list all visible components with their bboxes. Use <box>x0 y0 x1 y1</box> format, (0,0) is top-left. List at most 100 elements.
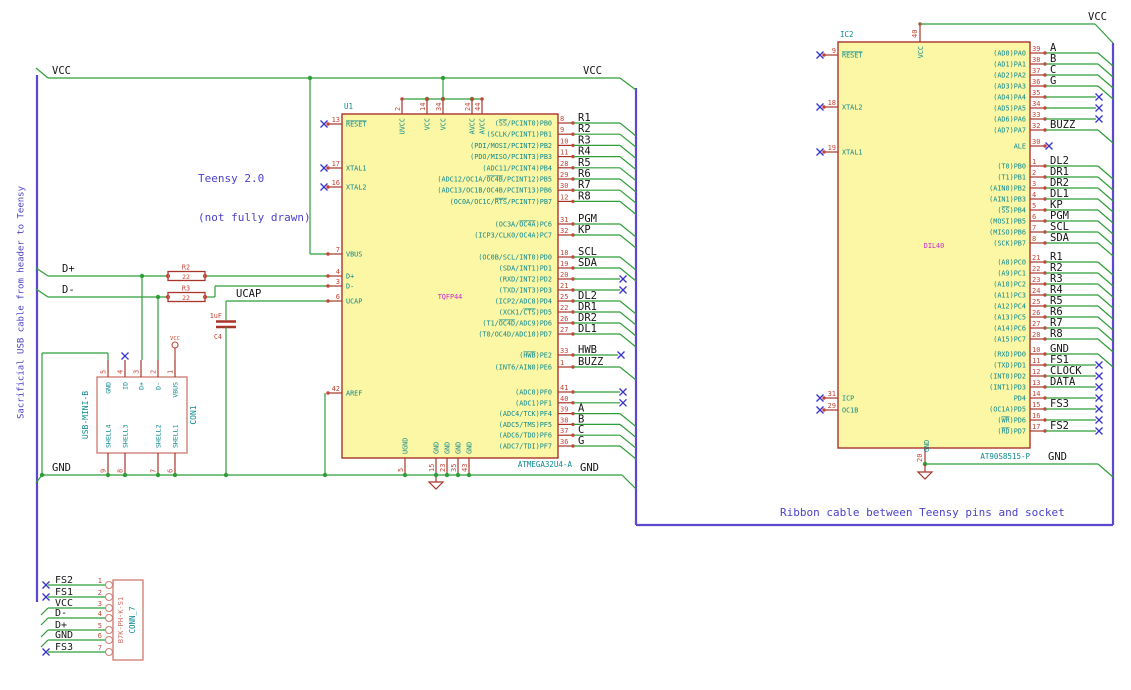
bus-entry <box>1097 261 1114 276</box>
pin-number: 4 <box>117 370 125 374</box>
pin-number: 20 <box>916 454 924 462</box>
resistor-value[interactable]: 22 <box>182 294 190 302</box>
pin-number: 16 <box>1032 412 1040 420</box>
con1-ref[interactable]: CON1 <box>189 405 198 424</box>
conn7-value[interactable]: B7K-PH-K-S1 <box>117 597 125 643</box>
bus-entry <box>619 434 637 449</box>
pin-name: GND <box>923 440 931 452</box>
pin-number: 6 <box>1032 213 1036 221</box>
bus-entry <box>619 144 637 159</box>
pin-name: (SS)PB4 <box>997 207 1026 215</box>
pin-tip <box>400 97 404 101</box>
net-label-dplus[interactable]: D+ <box>62 263 75 275</box>
pin-name: VCC <box>440 118 448 130</box>
ic2-ref[interactable]: IC2 <box>840 30 854 39</box>
pin-name: (INT1)PD3 <box>989 384 1026 392</box>
pin-name: (AD6)PA6 <box>993 116 1026 124</box>
resistor-value[interactable]: 22 <box>182 273 190 281</box>
pin-number: 8 <box>560 115 564 123</box>
net-label-buzz[interactable]: BUZZ <box>1050 119 1075 131</box>
bus-entry <box>1097 338 1114 353</box>
net-label-ucap[interactable]: UCAP <box>236 288 261 300</box>
pin-name: (A15)PC7 <box>993 336 1026 344</box>
net-label-dminus[interactable]: D- <box>62 284 75 296</box>
net-label-buzz[interactable]: BUZZ <box>578 356 603 368</box>
resistor-ref[interactable]: R3 <box>182 285 190 293</box>
net-label-g[interactable]: G <box>1050 75 1056 87</box>
wire <box>40 607 49 616</box>
net-label-r5[interactable]: R5 <box>578 157 591 169</box>
net-label-r8[interactable]: R8 <box>1050 328 1063 340</box>
pin-number: 2 <box>1032 169 1036 177</box>
pin-name: (ICP2/ADC8)PD4 <box>495 298 552 306</box>
pin-number: 35 <box>450 464 458 472</box>
u1-value[interactable]: ATMEGA32U4-A <box>518 460 573 469</box>
left-cable-note: Sacrificial USB cable from header to Tee… <box>16 186 27 419</box>
pin-name: (T1)PB1 <box>997 174 1026 182</box>
pin-number: 25 <box>1032 298 1040 306</box>
net-label-vcc[interactable]: VCC <box>52 65 71 77</box>
pin-number: 40 <box>560 395 568 403</box>
c4-value[interactable]: 1uF <box>210 312 222 320</box>
net-label-kp[interactable]: KP <box>578 224 591 236</box>
pin-name: (A14)PC6 <box>993 325 1026 333</box>
u1-footprint[interactable]: TQFP44 <box>438 293 463 301</box>
bus-entry <box>1097 52 1114 67</box>
net-label-hwb[interactable]: HWB <box>578 344 597 356</box>
pin-number: 43 <box>461 464 469 472</box>
bus-entry <box>619 200 637 215</box>
con1-value[interactable]: USB-MINI-B <box>81 391 90 439</box>
pin-name: (T0/OC4D/ADC10)PD7 <box>478 331 552 339</box>
net-label-gnd[interactable]: GND <box>580 462 599 474</box>
c4-ref[interactable]: C4 <box>214 333 222 341</box>
net-label-fs3[interactable]: FS3 <box>1050 398 1069 410</box>
net-label-sda[interactable]: SDA <box>1050 232 1070 244</box>
bus-entry <box>1097 129 1114 144</box>
net-label-fs2[interactable]: FS2 <box>1050 420 1069 432</box>
net-label-gnd[interactable]: GND <box>55 630 73 641</box>
net-label-r3[interactable]: R3 <box>578 134 591 146</box>
net-label-dl1[interactable]: DL1 <box>578 323 597 335</box>
pin-name: (ADC13/OC1B/OC4B/PCINT13)PB6 <box>437 187 552 195</box>
net-label-vcc[interactable]: VCC <box>1088 11 1107 23</box>
pin-name: PD4 <box>1014 395 1026 403</box>
net-label-d-[interactable]: D- <box>55 608 67 619</box>
pin-name: VCC <box>917 46 925 58</box>
junction-dot <box>322 472 328 478</box>
pin-number: 42 <box>332 385 340 393</box>
conn7-ref[interactable]: CONN_7 <box>128 606 137 633</box>
resistor-ref[interactable]: R2 <box>182 264 190 272</box>
net-label-r7[interactable]: R7 <box>578 179 591 191</box>
ic2-value[interactable]: AT90S8515-P <box>980 452 1030 461</box>
pin-name: D+ <box>138 382 146 390</box>
bus-entry <box>1097 231 1114 246</box>
bus-entry <box>619 122 637 137</box>
pin-number: 25 <box>560 293 568 301</box>
u1-ref[interactable]: U1 <box>344 102 353 111</box>
pin-number: 5 <box>1032 202 1036 210</box>
net-label-r6[interactable]: R6 <box>578 168 591 180</box>
net-label-g[interactable]: G <box>578 435 584 447</box>
pin-name: (ADC7/TDI)PF7 <box>499 443 552 451</box>
net-label-r4[interactable]: R4 <box>578 146 591 158</box>
bus-entry <box>619 311 637 326</box>
net-label-gnd[interactable]: GND <box>1048 451 1067 463</box>
net-label-r8[interactable]: R8 <box>578 190 591 202</box>
net-label-vcc[interactable]: VCC <box>583 65 602 77</box>
vcc-port-label[interactable]: VCC <box>170 336 180 342</box>
net-label-fs3[interactable]: FS3 <box>55 642 73 653</box>
bus-entry <box>1097 198 1114 213</box>
net-label-sda[interactable]: SDA <box>578 257 598 269</box>
net-label-gnd[interactable]: GND <box>52 462 71 474</box>
net-label-data[interactable]: DATA <box>1050 376 1076 388</box>
net-label-r1[interactable]: R1 <box>578 112 591 124</box>
net-label-fs2[interactable]: FS2 <box>55 575 73 586</box>
ic2-footprint[interactable]: DIL40 <box>924 242 944 250</box>
pin-name: D- <box>346 283 354 291</box>
pin-name: UGND <box>402 438 410 454</box>
pin-name: AVCC <box>469 118 477 134</box>
net-label-fs1[interactable]: FS1 <box>55 587 73 598</box>
net-label-r2[interactable]: R2 <box>578 123 591 135</box>
pin-number: 39 <box>1032 45 1040 53</box>
pin-number: 15 <box>428 464 436 472</box>
